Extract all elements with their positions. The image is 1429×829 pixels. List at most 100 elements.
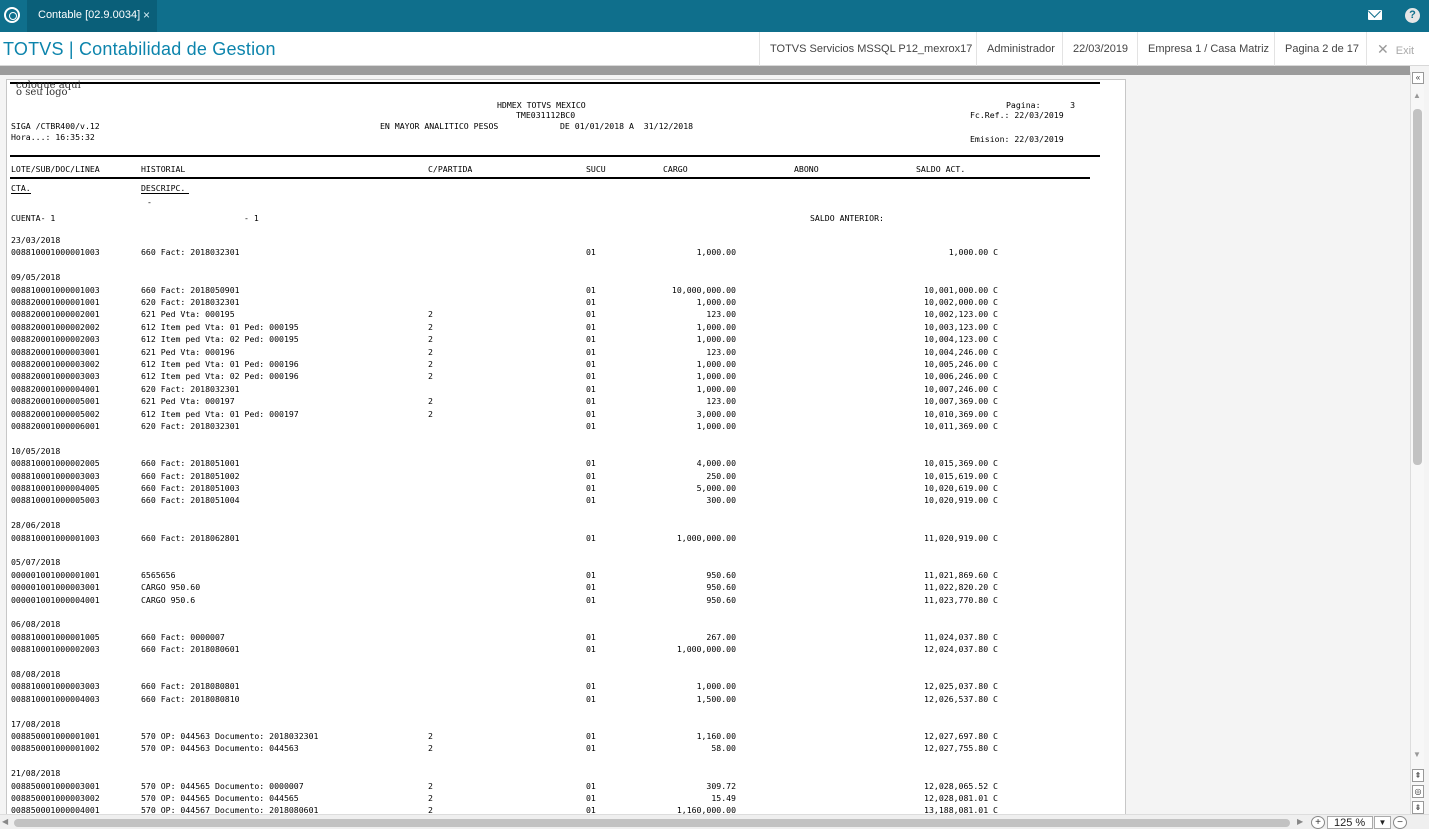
scroll-left-arrow-icon[interactable]: ◀	[2, 817, 8, 826]
row-cargo: 1,000.00	[696, 371, 736, 382]
row-historial: 660 Fact: 2018062801	[141, 532, 240, 543]
scroll-right-arrow-icon[interactable]: ▶	[1297, 817, 1303, 826]
scroll-up-arrow-icon[interactable]: ▲	[1413, 91, 1421, 100]
row-saldo: 12,027,697.80 C	[924, 731, 998, 741]
row-lote: 008810001000001003	[11, 532, 100, 543]
page-center-button[interactable]: ◎	[1412, 785, 1424, 798]
report-rule-columns	[10, 177, 1090, 179]
viewport-top-strip	[0, 66, 1410, 75]
row-historial: CARGO 950.6	[141, 594, 196, 605]
row-historial: 620 Fact: 2018032301	[141, 297, 240, 307]
row-historial: 660 Fact: 2018051002	[141, 470, 240, 481]
group-date: 10/05/2018	[11, 445, 61, 456]
row-lote: 008850001000001002	[11, 743, 100, 754]
row-historial: 612 Item ped Vta: 01 Ped: 000197	[141, 408, 299, 419]
row-saldo: 10,006,246.00 C	[924, 371, 998, 382]
report-rule-top	[10, 82, 1100, 84]
vertical-scroll-thumb[interactable]	[1413, 109, 1422, 465]
row-lote: 008820001000003001	[11, 346, 100, 357]
close-icon[interactable]: ×	[143, 0, 150, 31]
row-saldo: 12,027,755.80 C	[924, 743, 998, 754]
row-lote: 008820001000004001	[11, 383, 100, 394]
report-rule-header	[10, 155, 1100, 157]
page-last-button[interactable]: ⇟	[1412, 801, 1424, 814]
row-cargo: 15.49	[711, 793, 736, 803]
row-cargo: 1,000.00	[696, 321, 736, 332]
collapse-panel-button[interactable]: «	[1412, 72, 1424, 84]
report-viewport[interactable]: coloque aqui o seu logo HDMEX TOTVS MEXI…	[0, 66, 1429, 815]
row-lote: 008820001000003002	[11, 359, 100, 369]
exit-button[interactable]: ✕ Exit	[1366, 32, 1424, 66]
row-cargo: 5,000.00	[696, 483, 736, 493]
row-lote: 000001001000003001	[11, 582, 100, 593]
mail-icon[interactable]	[1368, 10, 1382, 20]
cuenta-label: CUENTA- 1	[11, 213, 56, 223]
group-date: 21/08/2018	[11, 768, 61, 779]
group-date: 23/03/2018	[11, 235, 61, 245]
row-cargo: 123.00	[706, 396, 736, 407]
row-lote: 008820001000003003	[11, 371, 100, 382]
row-historial: 660 Fact: 2018051001	[141, 458, 240, 469]
row-saldo: 10,005,246.00 C	[924, 359, 998, 369]
tab-label: Contable [02.9.0034]	[38, 9, 141, 21]
row-historial: 570 OP: 044563 Documento: 2018032301	[141, 731, 319, 741]
col-cargo: CARGO	[663, 164, 688, 174]
horizontal-scroll-thumb[interactable]	[14, 819, 1290, 827]
tab-contable[interactable]: Contable [02.9.0034] ×	[27, 0, 157, 32]
col-lote: LOTE/SUB/DOC/LINEA	[11, 164, 100, 174]
exit-label: Exit	[1395, 45, 1415, 57]
row-cargo: 1,000,000.00	[676, 644, 736, 655]
row-cargo: 3,000.00	[696, 408, 736, 419]
zoom-select[interactable]: 125 %	[1327, 816, 1373, 829]
row-saldo: 10,003,123.00 C	[924, 321, 998, 332]
row-historial: CARGO 950.60	[141, 582, 201, 593]
group-date: 09/05/2018	[11, 272, 61, 283]
page-info: Pagina 2 de 17	[1274, 32, 1369, 66]
row-saldo: 10,004,123.00 C	[924, 334, 998, 345]
col-sucu: SUCU	[586, 164, 606, 174]
row-saldo: 11,022,820.20 C	[924, 582, 998, 593]
row-cargo: 950.60	[706, 569, 736, 580]
row-lote: 008850001000001001	[11, 731, 100, 741]
row-cargo: 1,000.00	[696, 383, 736, 394]
row-lote: 008820001000005001	[11, 396, 100, 407]
row-historial: 660 Fact: 2018080810	[141, 693, 240, 704]
row-lote: 008820001000005002	[11, 408, 100, 419]
zoom-out-button[interactable]: −	[1393, 816, 1407, 829]
date-info: 22/03/2019	[1062, 32, 1138, 66]
row-cargo: 1,000.00	[696, 681, 736, 692]
row-saldo: 11,023,770.80 C	[924, 594, 998, 605]
zoom-in-button[interactable]: +	[1311, 816, 1325, 829]
row-cpartida: 2	[428, 334, 433, 345]
scroll-down-arrow-icon[interactable]: ▼	[1413, 750, 1421, 759]
vertical-scrollbar[interactable]: « ▲ ▼ ⇞ ◎ ⇟	[1410, 72, 1424, 814]
row-lote: 008810001000001003	[11, 247, 100, 258]
group-date: 28/06/2018	[11, 520, 61, 531]
row-saldo: 11,024,037.80 C	[924, 631, 998, 642]
row-saldo: 12,028,081.01 C	[924, 793, 998, 803]
zoom-dropdown-icon[interactable]: ▼	[1374, 816, 1391, 829]
server-info: TOTVS Servicios MSSQL P12_mexrox17	[759, 32, 982, 66]
row-historial: 660 Fact: 2018050901	[141, 284, 240, 295]
page-first-button[interactable]: ⇞	[1412, 769, 1424, 782]
row-cpartida: 2	[428, 731, 433, 741]
row-cargo: 267.00	[706, 631, 736, 642]
report-period: DE 01/01/2018 A 31/12/2018	[560, 121, 694, 131]
row-saldo: 10,015,369.00 C	[924, 458, 998, 469]
row-historial: 660 Fact: 2018051003	[141, 483, 240, 493]
row-historial: 660 Fact: 0000007	[141, 631, 225, 642]
group-date: 17/08/2018	[11, 718, 61, 729]
help-icon[interactable]: ?	[1405, 8, 1420, 23]
totvs-logo-icon[interactable]	[4, 7, 20, 23]
row-saldo: 12,024,037.80 C	[924, 644, 998, 655]
row-saldo: 10,004,246.00 C	[924, 346, 998, 357]
row-saldo: 10,007,246.00 C	[924, 383, 998, 394]
group-date: 06/08/2018	[11, 619, 61, 630]
report-emision: Emision: 22/03/2019	[970, 134, 1064, 144]
row-lote: 008850001000003002	[11, 793, 100, 803]
col-saldo: SALDO ACT.	[916, 164, 966, 174]
col-cta: CTA.	[11, 183, 31, 194]
row-cpartida: 2	[428, 371, 433, 382]
row-cpartida: 2	[428, 309, 433, 320]
row-saldo: 10,011,369.00 C	[924, 421, 998, 431]
